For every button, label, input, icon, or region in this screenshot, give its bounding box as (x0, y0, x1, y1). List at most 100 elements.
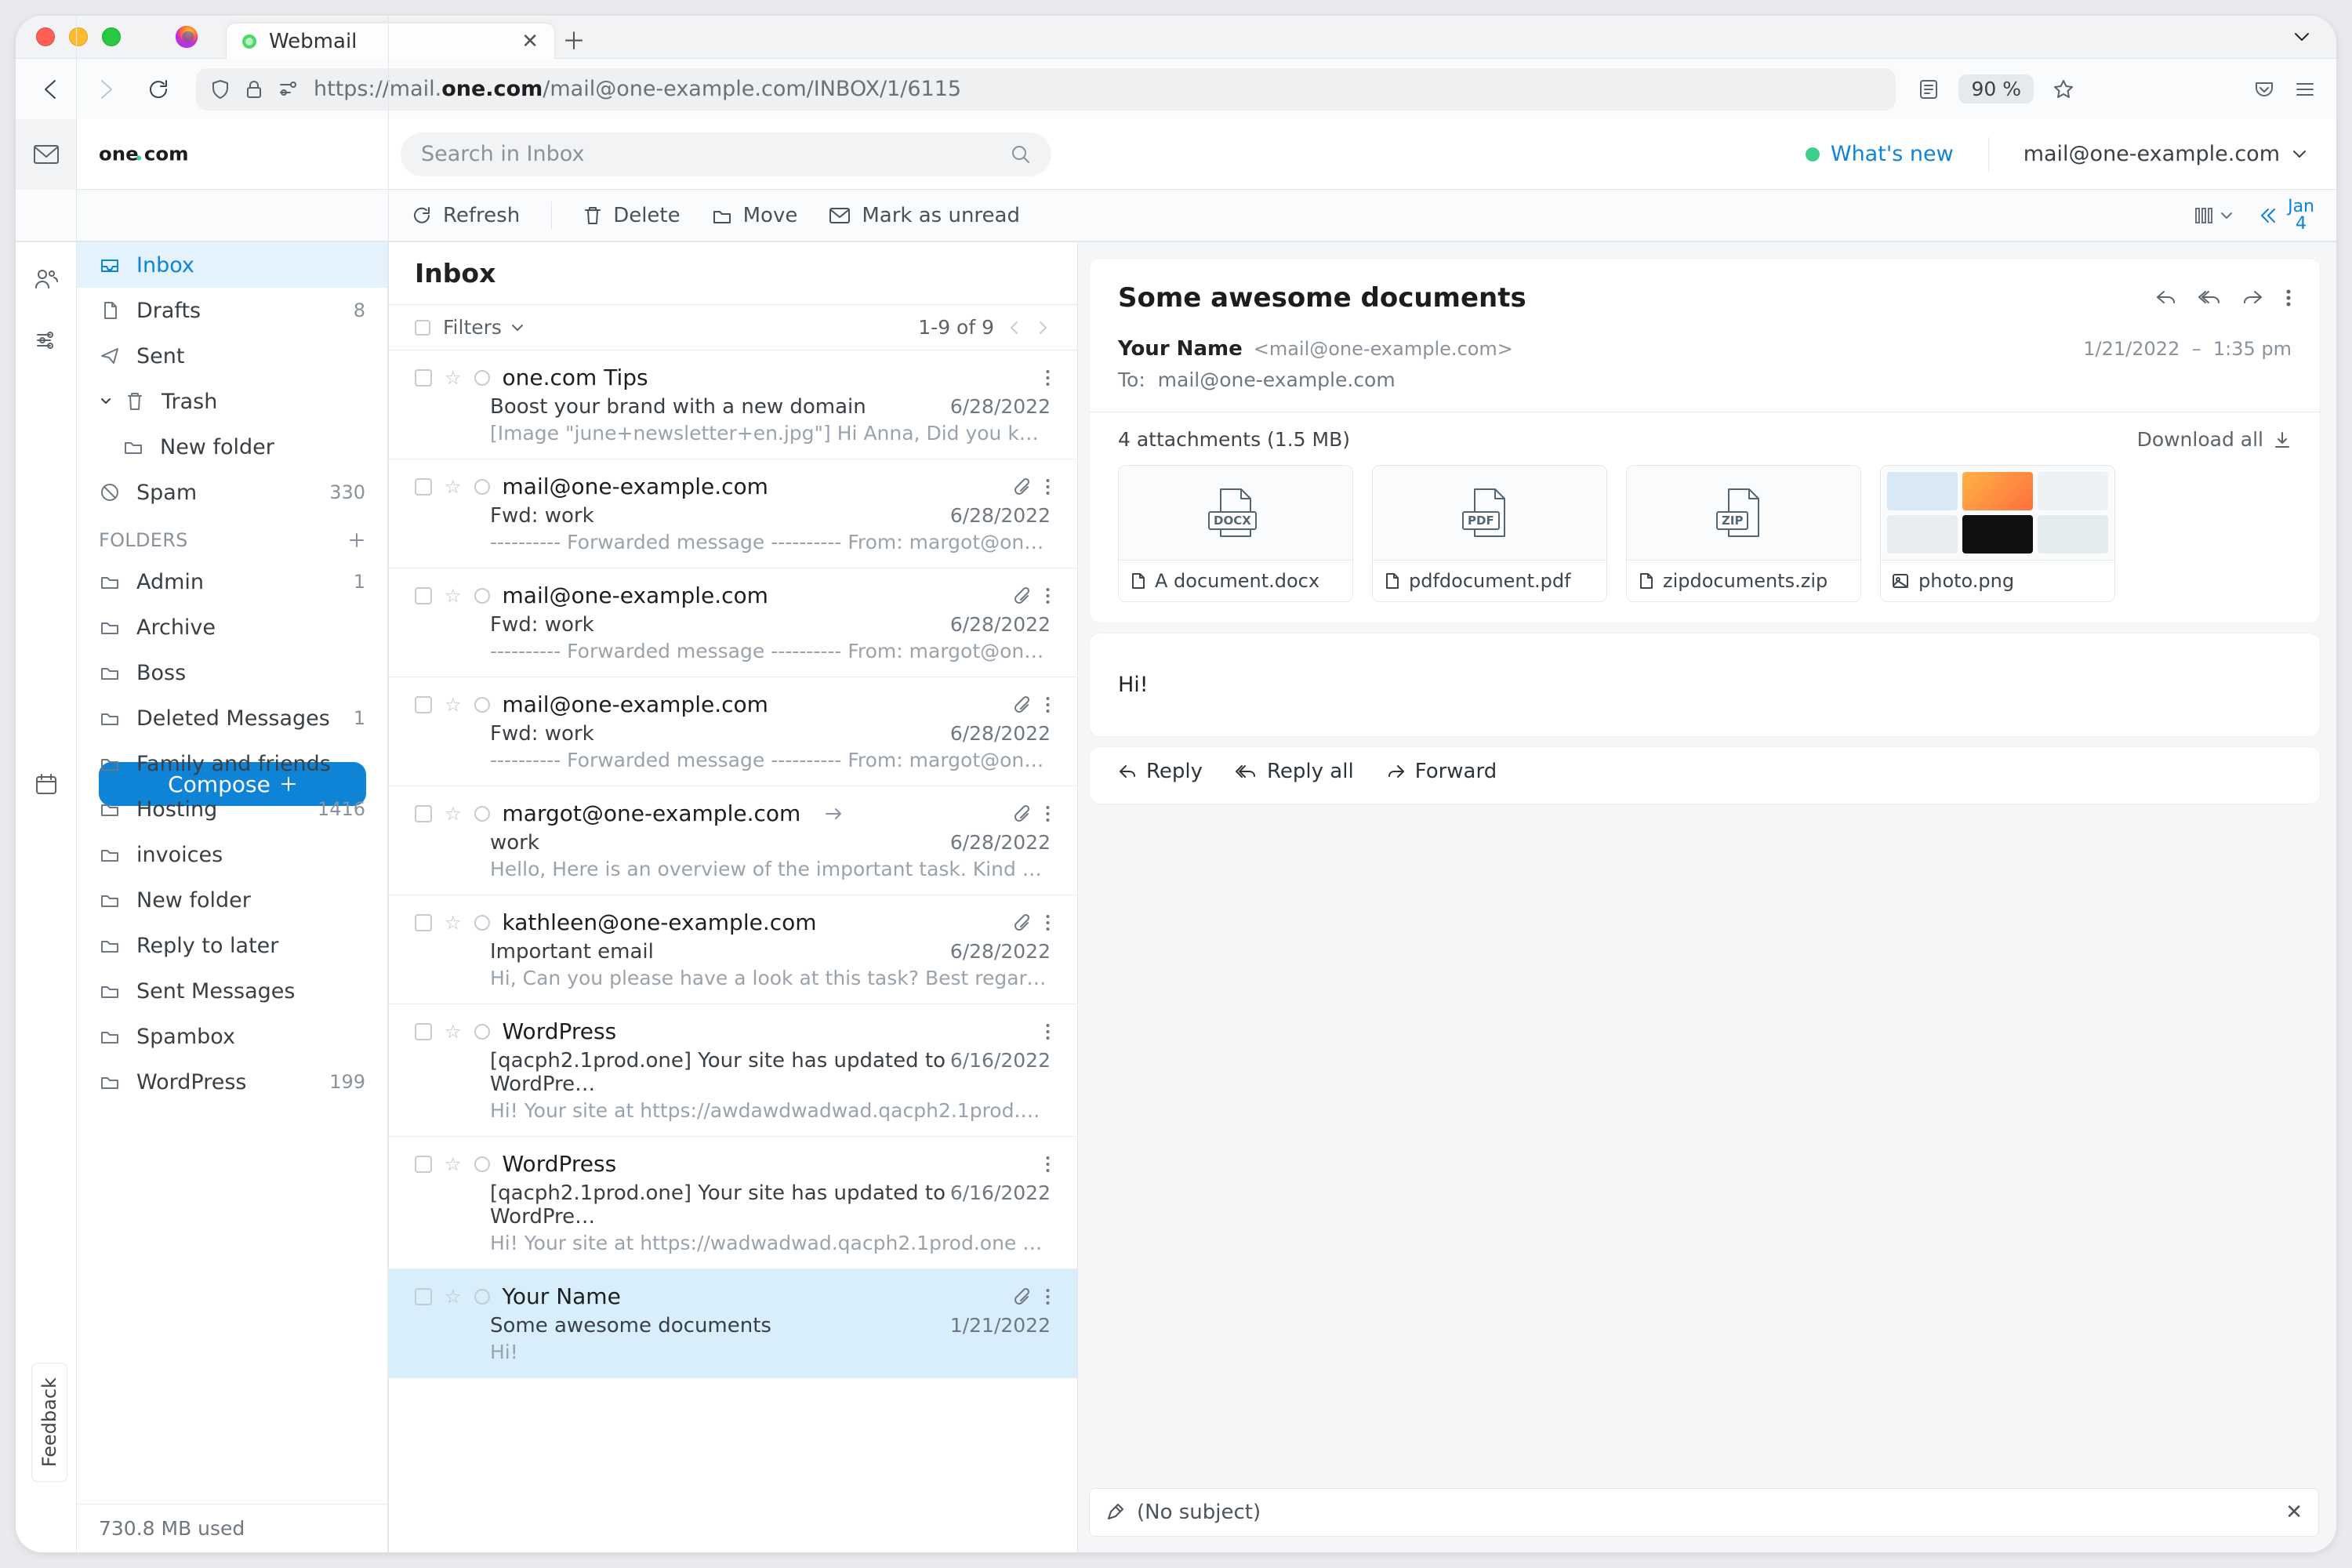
message-row[interactable]: ☆kathleen@one-example.comImportant email… (388, 895, 1077, 1004)
read-status-icon[interactable] (474, 588, 490, 604)
row-menu-icon[interactable] (1045, 587, 1051, 604)
message-row[interactable]: ☆WordPress[qacph2.1prod.one] Your site h… (388, 1137, 1077, 1269)
reply-icon[interactable] (2155, 289, 2176, 307)
row-checkbox[interactable] (415, 587, 432, 604)
feedback-tab[interactable]: Feedback (31, 1363, 67, 1482)
row-checkbox[interactable] (415, 696, 432, 713)
row-checkbox[interactable] (415, 478, 432, 495)
row-checkbox[interactable] (415, 805, 432, 822)
whats-new-link[interactable]: What's new (1806, 142, 1954, 166)
sidebar-folder-reply-to-later[interactable]: Reply to later (77, 923, 387, 968)
sidebar-folder-new-folder[interactable]: New folder (77, 877, 387, 923)
reply-all-button[interactable]: Reply all (1236, 760, 1354, 783)
sidebar-folder-deleted-messages[interactable]: Deleted Messages1 (77, 695, 387, 741)
select-all-checkbox[interactable] (415, 320, 430, 336)
refresh-button[interactable]: Refresh (412, 204, 520, 227)
sidebar-item-spam[interactable]: Spam330 (77, 470, 387, 515)
sidebar-item-trash[interactable]: Trash (77, 379, 387, 424)
message-row[interactable]: ☆mail@one-example.comFwd: work6/28/2022-… (388, 677, 1077, 786)
star-icon[interactable]: ☆ (445, 476, 462, 498)
row-checkbox[interactable] (415, 369, 432, 387)
sidebar-item-sent[interactable]: Sent (77, 333, 387, 379)
read-status-icon[interactable] (474, 697, 490, 713)
row-checkbox[interactable] (415, 1288, 432, 1305)
sidebar-folder-family-and-friends[interactable]: Family and friends (77, 741, 387, 786)
pocket-icon[interactable] (2253, 78, 2275, 100)
layout-toggle[interactable] (2195, 208, 2234, 223)
date-jump[interactable]: Jan4 (2258, 198, 2314, 233)
page-prev-button[interactable] (1007, 319, 1022, 336)
sidebar-folder-boss[interactable]: Boss (77, 650, 387, 695)
read-status-icon[interactable] (474, 370, 490, 386)
minimized-draft[interactable]: (No subject) ✕ (1089, 1488, 2319, 1537)
menu-icon[interactable] (2294, 78, 2316, 100)
move-button[interactable]: Move (712, 204, 798, 227)
sidebar-folder-wordpress[interactable]: WordPress199 (77, 1059, 387, 1105)
message-row[interactable]: ☆WordPress[qacph2.1prod.one] Your site h… (388, 1004, 1077, 1137)
forward-button[interactable]: Forward (1387, 760, 1497, 783)
search-icon[interactable] (1011, 144, 1031, 165)
read-status-icon[interactable] (474, 1156, 490, 1172)
row-menu-icon[interactable] (1045, 478, 1051, 495)
reply-button[interactable]: Reply (1118, 760, 1203, 783)
star-icon[interactable]: ☆ (445, 367, 462, 389)
more-icon[interactable] (2285, 289, 2292, 307)
zoom-level[interactable]: 90 % (1958, 74, 2034, 103)
bookmark-icon[interactable] (2053, 78, 2074, 100)
sidebar-folder-admin[interactable]: Admin1 (77, 559, 387, 604)
star-icon[interactable]: ☆ (445, 1153, 462, 1175)
message-row[interactable]: ☆mail@one-example.comFwd: work6/28/2022-… (388, 459, 1077, 568)
sidebar-folder-hosting[interactable]: Hosting1416 (77, 786, 387, 832)
search-input[interactable]: Search in Inbox (401, 132, 1051, 176)
calendar-icon[interactable] (34, 772, 58, 796)
row-menu-icon[interactable] (1045, 914, 1051, 931)
read-status-icon[interactable] (474, 1024, 490, 1040)
sidebar-item-drafts[interactable]: Drafts8 (77, 288, 387, 333)
message-row[interactable]: ☆Your NameSome awesome documents1/21/202… (388, 1269, 1077, 1378)
sidebar-item-new-folder[interactable]: New folder (77, 424, 387, 470)
close-draft-icon[interactable]: ✕ (2285, 1501, 2303, 1524)
message-row[interactable]: ☆mail@one-example.comFwd: work6/28/2022-… (388, 568, 1077, 677)
reader-mode-icon[interactable] (1918, 78, 1940, 100)
attachment[interactable]: PDFpdfdocument.pdf (1372, 465, 1607, 602)
sidebar-folder-spambox[interactable]: Spambox (77, 1014, 387, 1059)
forward-icon[interactable] (2243, 289, 2263, 307)
close-tab-icon[interactable]: ✕ (521, 30, 539, 53)
sidebar-folder-sent-messages[interactable]: Sent Messages (77, 968, 387, 1014)
read-status-icon[interactable] (474, 479, 490, 495)
read-status-icon[interactable] (474, 1289, 490, 1305)
message-row[interactable]: ☆margot@one-example.comwork6/28/2022Hell… (388, 786, 1077, 895)
message-row[interactable]: ☆one.com TipsBoost your brand with a new… (388, 350, 1077, 459)
filters-button[interactable]: Filters (443, 316, 525, 339)
row-menu-icon[interactable] (1045, 805, 1051, 822)
download-all-button[interactable]: Download all (2137, 428, 2292, 451)
sidebar-item-inbox[interactable]: Inbox (77, 242, 387, 288)
row-menu-icon[interactable] (1045, 1288, 1051, 1305)
row-menu-icon[interactable] (1045, 369, 1051, 387)
row-checkbox[interactable] (415, 1156, 432, 1173)
attachment[interactable]: photo.png (1880, 465, 2115, 602)
mark-unread-button[interactable]: Mark as unread (829, 204, 1020, 227)
tabs-overflow-button[interactable] (2283, 18, 2321, 56)
star-icon[interactable]: ☆ (445, 803, 462, 825)
read-status-icon[interactable] (474, 806, 490, 822)
row-checkbox[interactable] (415, 1023, 432, 1040)
url-bar[interactable]: https://mail.one.com/mail@one-example.co… (196, 68, 1896, 111)
sidebar-folder-archive[interactable]: Archive (77, 604, 387, 650)
attachment[interactable]: ZIPzipdocuments.zip (1626, 465, 1861, 602)
chevron-down-icon[interactable] (99, 394, 113, 408)
row-checkbox[interactable] (415, 914, 432, 931)
delete-button[interactable]: Delete (583, 204, 680, 227)
attachment[interactable]: DOCXA document.docx (1118, 465, 1353, 602)
read-status-icon[interactable] (474, 915, 490, 931)
star-icon[interactable]: ☆ (445, 1021, 462, 1043)
star-icon[interactable]: ☆ (445, 1286, 462, 1308)
sidebar-folder-invoices[interactable]: invoices (77, 832, 387, 877)
reply-all-icon[interactable] (2198, 289, 2221, 307)
star-icon[interactable]: ☆ (445, 912, 462, 934)
add-folder-button[interactable] (348, 532, 365, 549)
page-next-button[interactable] (1035, 319, 1051, 336)
row-menu-icon[interactable] (1045, 1023, 1051, 1040)
star-icon[interactable]: ☆ (445, 694, 462, 716)
new-tab-button[interactable]: ＋ (555, 20, 593, 58)
